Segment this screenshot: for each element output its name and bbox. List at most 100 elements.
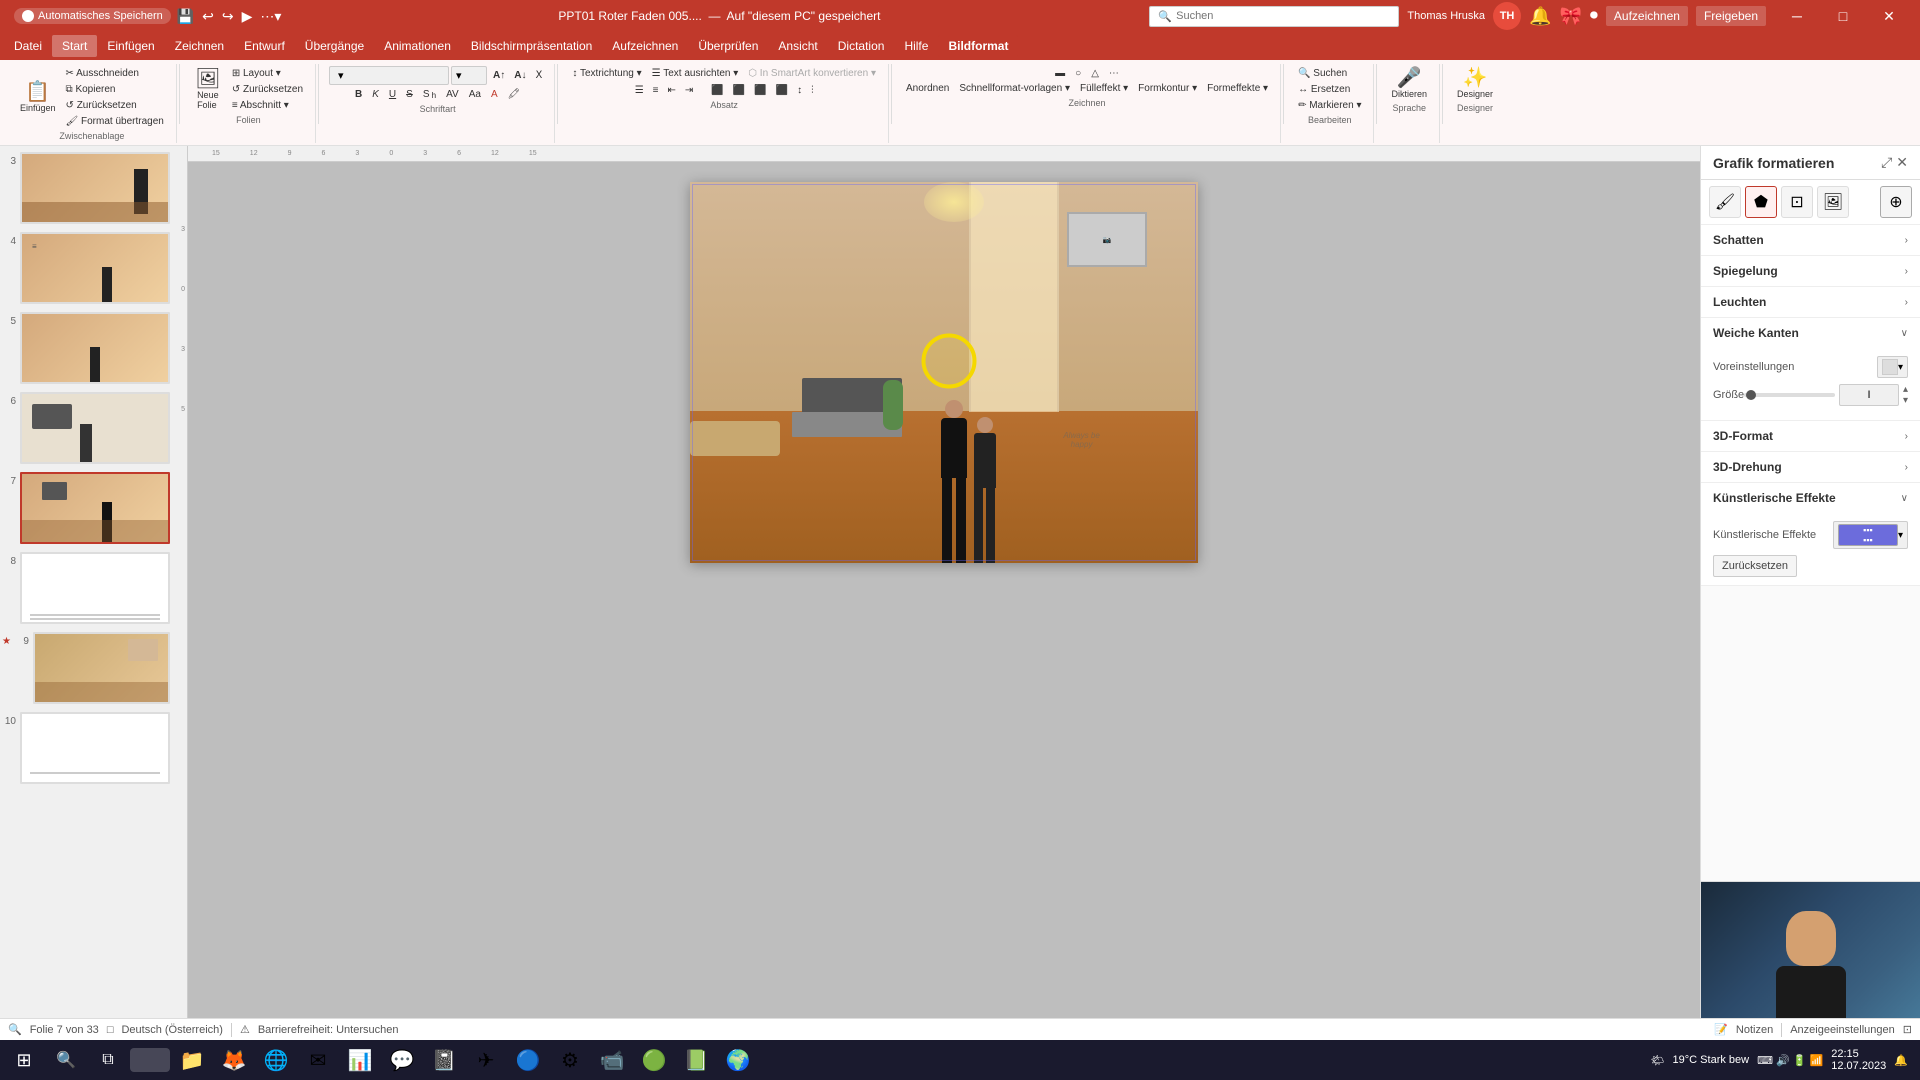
- neue-folie-button[interactable]: 🖼 NeueFolie: [190, 67, 226, 112]
- slide-thumb-10[interactable]: 10: [0, 710, 172, 786]
- slide-thumb-9[interactable]: ★ 9: [0, 630, 172, 706]
- slide-img-6[interactable]: [20, 392, 170, 464]
- bullet-btn[interactable]: ☰: [631, 83, 648, 98]
- formeffekte-btn[interactable]: Formeffekte ▾: [1203, 81, 1272, 96]
- menu-entwurf[interactable]: Entwurf: [234, 35, 295, 57]
- taskbar-mail[interactable]: ✉: [298, 1042, 338, 1078]
- ausschneiden-button[interactable]: ✂ Ausschneiden: [62, 66, 168, 81]
- menu-ueberpruefen[interactable]: Überprüfen: [688, 35, 768, 57]
- fulleffekt-btn[interactable]: Fülleffekt ▾: [1076, 81, 1132, 96]
- cols-btn[interactable]: ⫶: [807, 83, 818, 98]
- fit-icon[interactable]: ⊡: [1903, 1023, 1912, 1036]
- schatten-header[interactable]: Schatten ›: [1701, 225, 1920, 255]
- formkontur-btn[interactable]: Formkontur ▾: [1134, 81, 1201, 96]
- effekte-dropdown[interactable]: ▪▪▪▪▪▪ ▾: [1833, 521, 1908, 549]
- strikethrough-button[interactable]: S: [402, 87, 417, 102]
- 3d-format-header[interactable]: 3D-Format ›: [1701, 421, 1920, 451]
- taskbar-app9[interactable]: ⚙: [550, 1042, 590, 1078]
- customize-quick-access[interactable]: ⋯▾: [258, 6, 283, 27]
- menu-bildformat[interactable]: Bildformat: [938, 35, 1018, 57]
- search-bar[interactable]: 🔍: [1149, 6, 1399, 27]
- format-icon-more[interactable]: ⊕: [1880, 186, 1912, 218]
- layout-button[interactable]: ⊞ Layout ▾: [228, 66, 307, 81]
- menu-aufzeichnen[interactable]: Aufzeichnen: [602, 35, 688, 57]
- slide-img-5[interactable]: [20, 312, 170, 384]
- anordnen-btn[interactable]: Anordnen: [902, 81, 953, 96]
- taskbar-app11[interactable]: 🟢: [634, 1042, 674, 1078]
- underline-button[interactable]: U: [385, 87, 400, 102]
- taskbar-app12[interactable]: 📗: [676, 1042, 716, 1078]
- indent-inc-btn[interactable]: ⇥: [681, 83, 697, 98]
- designer-button[interactable]: ✨ Designer: [1453, 66, 1497, 101]
- freigeben-btn[interactable]: Freigeben: [1696, 6, 1766, 26]
- menu-zeichnen[interactable]: Zeichnen: [165, 35, 234, 57]
- present-icon[interactable]: ▶: [240, 6, 255, 27]
- format-icon-picture[interactable]: 🖼: [1817, 186, 1849, 218]
- highlight-button[interactable]: 🖍: [504, 87, 525, 102]
- notification-btn[interactable]: 🔔: [1894, 1054, 1908, 1067]
- menu-animationen[interactable]: Animationen: [374, 35, 461, 57]
- spiegelung-header[interactable]: Spiegelung ›: [1701, 256, 1920, 286]
- slide-thumb-4[interactable]: 4 ≡: [0, 230, 172, 306]
- abschnitt-button[interactable]: ≡ Abschnitt ▾: [228, 98, 307, 113]
- diktieren-button[interactable]: 🎤 Diktieren: [1387, 66, 1431, 101]
- kopieren-button[interactable]: ⧉ Kopieren: [62, 82, 168, 97]
- slide-img-3[interactable]: [20, 152, 170, 224]
- indent-dec-btn[interactable]: ⇤: [664, 83, 680, 98]
- font-color-button[interactable]: A: [487, 87, 502, 102]
- record-icon[interactable]: ⏺: [1590, 7, 1598, 25]
- groesse-value[interactable]: I: [1839, 384, 1899, 406]
- taskbar-onenote[interactable]: 📓: [424, 1042, 464, 1078]
- align-left-btn[interactable]: ⬛: [707, 83, 727, 98]
- groesse-arrow[interactable]: ▴▾: [1903, 384, 1908, 406]
- slide-thumb-6[interactable]: 6: [0, 390, 172, 466]
- slide-img-7[interactable]: [20, 472, 170, 544]
- text-case-button[interactable]: Aa: [465, 87, 485, 102]
- zuruecksetzen-button[interactable]: ↺ Zurücksetzen: [62, 98, 168, 113]
- line-spacing-btn[interactable]: ↕: [793, 83, 806, 98]
- autosave-toggle[interactable]: Automatisches Speichern: [14, 8, 171, 24]
- schnellformat-btn[interactable]: Schnellformat-vorlagen ▾: [955, 81, 1074, 96]
- num-list-btn[interactable]: ≡: [649, 83, 663, 98]
- bold-button[interactable]: B: [351, 87, 366, 102]
- taskbar-chrome[interactable]: 🌐: [256, 1042, 296, 1078]
- taskbar-app8[interactable]: 🔵: [508, 1042, 548, 1078]
- canvas-area[interactable]: 📷 Always be happy: [188, 162, 1700, 1046]
- format-icon-paint[interactable]: 🖌: [1709, 186, 1741, 218]
- format-icon-effects[interactable]: ⬟: [1745, 186, 1777, 218]
- taskbar-teams[interactable]: 💬: [382, 1042, 422, 1078]
- taskbar-telegram[interactable]: ✈: [466, 1042, 506, 1078]
- menu-hilfe[interactable]: Hilfe: [894, 35, 938, 57]
- menu-start[interactable]: Start: [52, 35, 97, 57]
- close-button[interactable]: ✕: [1866, 0, 1912, 32]
- taskbar-app13[interactable]: 🌍: [718, 1042, 758, 1078]
- slide-img-4[interactable]: ≡: [20, 232, 170, 304]
- char-spacing-button[interactable]: AV: [442, 87, 463, 102]
- shape-triangle[interactable]: △: [1087, 66, 1103, 81]
- taskbar-firefox[interactable]: 🦊: [214, 1042, 254, 1078]
- italic-button[interactable]: K: [368, 87, 383, 102]
- maximize-button[interactable]: □: [1820, 0, 1866, 32]
- shape-circle[interactable]: ○: [1071, 66, 1085, 81]
- panel-close-icon[interactable]: ✕: [1896, 154, 1908, 171]
- taskview-btn[interactable]: ⧉: [88, 1042, 128, 1078]
- shadow-button[interactable]: Sh: [419, 87, 440, 102]
- font-family-dropdown[interactable]: ▾: [329, 66, 449, 85]
- redo-icon[interactable]: ↪: [220, 6, 236, 27]
- menu-einfuegen[interactable]: Einfügen: [97, 35, 164, 57]
- slide-thumb-5[interactable]: 5: [0, 310, 172, 386]
- text-ausrichten-button[interactable]: ☰ Text ausrichten ▾: [648, 66, 743, 81]
- decrease-font-button[interactable]: A↓: [510, 68, 530, 83]
- search-taskbar[interactable]: 🔍: [46, 1042, 86, 1078]
- leuchten-header[interactable]: Leuchten ›: [1701, 287, 1920, 317]
- shape-more[interactable]: ⋯: [1105, 66, 1123, 81]
- save-icon[interactable]: 💾: [175, 6, 196, 27]
- notes-label[interactable]: Notizen: [1736, 1024, 1773, 1036]
- align-center-btn[interactable]: ⬛: [729, 83, 749, 98]
- menu-dictation[interactable]: Dictation: [828, 35, 895, 57]
- shape-rect[interactable]: ▬: [1051, 66, 1069, 81]
- format-icon-size[interactable]: ⊡: [1781, 186, 1813, 218]
- groesse-slider[interactable]: [1744, 393, 1835, 397]
- taskbar-app10[interactable]: 📹: [592, 1042, 632, 1078]
- slide-thumb-7[interactable]: 7: [0, 470, 172, 546]
